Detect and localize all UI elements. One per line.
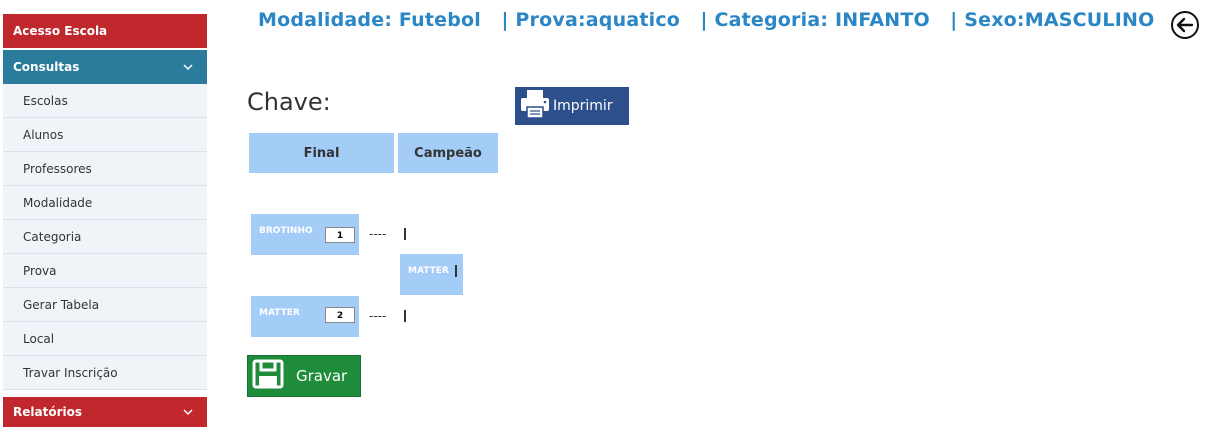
print-button[interactable]: Imprimir bbox=[515, 87, 629, 125]
bracket-connector: ---- bbox=[369, 309, 387, 323]
sidebar-item-label: Alunos bbox=[23, 128, 64, 142]
sidebar-item-label: Gerar Tabela bbox=[23, 298, 100, 312]
sidebar-item-label: Travar Inscrição bbox=[23, 366, 118, 380]
sidebar-item-label: Professores bbox=[23, 162, 92, 176]
sidebar-item-label: Prova bbox=[23, 264, 57, 278]
printer-icon bbox=[519, 88, 553, 124]
sidebar-item-professores[interactable]: Professores bbox=[3, 152, 207, 186]
winner-name: MATTER bbox=[408, 266, 449, 276]
column-header-label: Campeão bbox=[414, 145, 482, 161]
chevron-down-icon bbox=[183, 397, 193, 427]
team-name: BROTINHO bbox=[259, 226, 313, 236]
column-header-final: Final bbox=[249, 133, 394, 173]
sidebar-relatorios-label: Relatórios bbox=[13, 405, 82, 419]
sidebar-item-label: Escolas bbox=[23, 94, 68, 108]
save-button-label: Gravar bbox=[296, 367, 348, 385]
print-button-label: Imprimir bbox=[553, 98, 613, 114]
sidebar-item-prova[interactable]: Prova bbox=[3, 254, 207, 288]
sidebar-consultas-label: Consultas bbox=[13, 60, 80, 74]
sidebar-access-escola[interactable]: Acesso Escola bbox=[3, 14, 207, 48]
column-header-label: Final bbox=[303, 145, 340, 161]
bracket-line bbox=[404, 228, 406, 240]
sidebar-item-escolas[interactable]: Escolas bbox=[3, 84, 207, 118]
bracket-title: Chave: bbox=[247, 88, 331, 116]
bracket-line bbox=[404, 310, 406, 322]
score-input[interactable]: 1 bbox=[325, 227, 355, 243]
bracket-line bbox=[455, 265, 457, 277]
sidebar-item-label: Local bbox=[23, 332, 55, 346]
chevron-down-icon bbox=[183, 50, 193, 84]
bracket-connector: ---- bbox=[369, 227, 387, 241]
winner-cell: MATTER bbox=[400, 254, 463, 295]
arrow-left-circle-icon[interactable] bbox=[1171, 11, 1199, 39]
score-input[interactable]: 2 bbox=[325, 307, 355, 323]
save-button[interactable]: Gravar bbox=[247, 355, 361, 397]
team-name: MATTER bbox=[259, 308, 300, 318]
sidebar-relatorios-header[interactable]: Relatórios bbox=[3, 397, 207, 427]
page-title: Modalidade: Futebol | Prova:aquatico | C… bbox=[258, 9, 1155, 31]
sidebar-item-gerar-tabela[interactable]: Gerar Tabela bbox=[3, 288, 207, 322]
sidebar-item-modalidade[interactable]: Modalidade bbox=[3, 186, 207, 220]
sidebar-item-label: Categoria bbox=[23, 230, 82, 244]
sidebar-item-local[interactable]: Local bbox=[3, 322, 207, 356]
sidebar-item-alunos[interactable]: Alunos bbox=[3, 118, 207, 152]
sidebar-item-label: Modalidade bbox=[23, 196, 93, 210]
sidebar-item-travar-inscricao[interactable]: Travar Inscrição bbox=[3, 356, 207, 390]
floppy-disk-icon bbox=[252, 359, 296, 393]
team-cell: BROTINHO 1 bbox=[251, 214, 359, 255]
team-cell: MATTER 2 bbox=[251, 296, 359, 337]
sidebar-consultas-header[interactable]: Consultas bbox=[3, 50, 207, 84]
column-header-campeao: Campeão bbox=[398, 133, 498, 173]
sidebar-access-label: Acesso Escola bbox=[13, 24, 108, 38]
sidebar: Acesso Escola Consultas Escolas Alunos P… bbox=[3, 14, 207, 427]
sidebar-item-categoria[interactable]: Categoria bbox=[3, 220, 207, 254]
